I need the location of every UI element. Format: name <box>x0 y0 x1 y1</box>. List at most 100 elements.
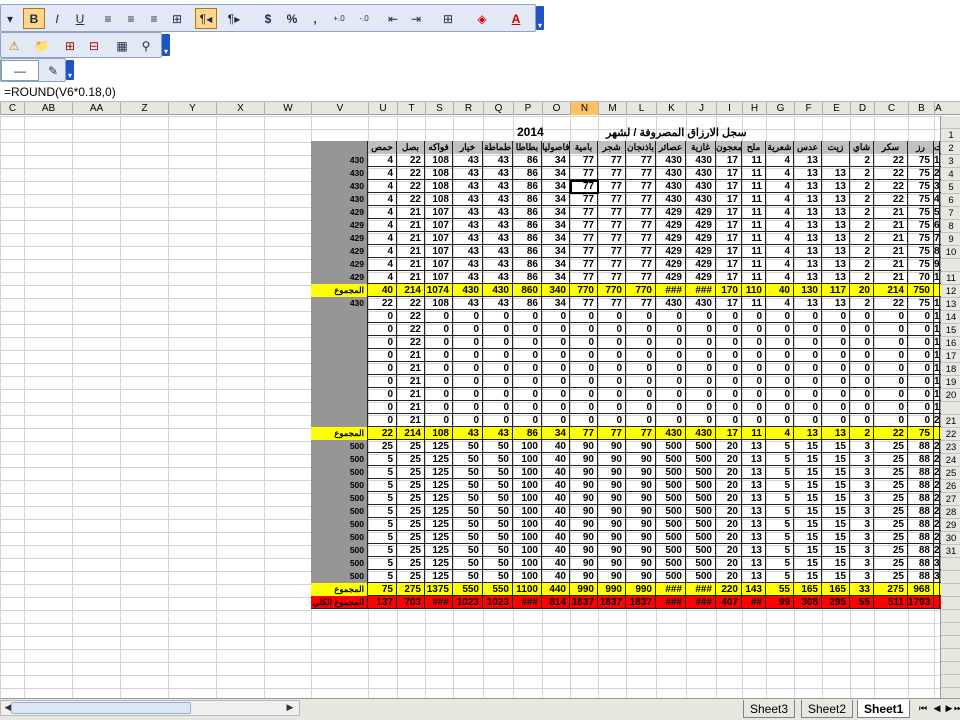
table-cell[interactable]: 21 <box>397 219 425 232</box>
table-cell[interactable]: 77 <box>626 232 656 245</box>
table-cell[interactable]: 214 <box>397 427 425 440</box>
table-cell[interactable]: 0 <box>766 362 794 375</box>
table-cell[interactable]: 430 <box>656 193 686 206</box>
column-title[interactable]: ت <box>934 141 940 154</box>
table-cell[interactable]: 11 <box>742 427 766 440</box>
table-cell[interactable]: 0 <box>656 310 686 323</box>
table-cell[interactable]: 13 <box>822 232 850 245</box>
table-cell[interactable]: 90 <box>626 531 656 544</box>
column-title[interactable]: خيار <box>453 141 483 154</box>
table-cell[interactable]: 21 <box>874 206 908 219</box>
table-cell[interactable]: 3 <box>850 466 874 479</box>
column-header-i[interactable]: I <box>716 102 742 115</box>
column-title[interactable]: فواكه <box>425 141 453 154</box>
table-cell[interactable]: 43 <box>453 180 483 193</box>
row-header[interactable]: 5 <box>941 181 960 194</box>
table-cell[interactable]: 0 <box>766 336 794 349</box>
table-cell[interactable]: 25 <box>874 518 908 531</box>
table-cell[interactable]: 90 <box>626 557 656 570</box>
table-cell[interactable]: 40 <box>542 453 570 466</box>
table-cell[interactable]: 500 <box>686 544 716 557</box>
table-cell[interactable]: 0 <box>822 362 850 375</box>
table-cell[interactable] <box>311 362 368 375</box>
table-cell[interactable]: 511 <box>874 596 908 609</box>
table-cell[interactable]: 50 <box>453 557 483 570</box>
align-center-button[interactable]: ≡ <box>120 8 142 29</box>
table-cell[interactable]: 0 <box>453 375 483 388</box>
column-title[interactable]: شعرية <box>766 141 794 154</box>
table-cell[interactable]: 25 <box>874 505 908 518</box>
align-right-button[interactable]: ≡ <box>143 8 165 29</box>
table-cell[interactable]: 90 <box>598 518 626 531</box>
table-cell[interactable]: 1100 <box>513 583 542 596</box>
table-cell[interactable]: 0 <box>626 414 656 427</box>
table-cell[interactable]: 0 <box>483 401 513 414</box>
table-cell[interactable]: 500 <box>686 440 716 453</box>
bold-button[interactable]: B <box>23 8 45 29</box>
table-cell[interactable]: 43 <box>483 297 513 310</box>
table-cell[interactable]: 275 <box>397 583 425 596</box>
table-cell[interactable]: 770 <box>598 284 626 297</box>
table-cell[interactable]: 77 <box>570 154 598 167</box>
table-cell[interactable]: 0 <box>716 362 742 375</box>
table-cell[interactable]: 430 <box>311 297 368 310</box>
sheet-tab-sheet2[interactable]: Sheet2 <box>801 700 854 718</box>
table-cell[interactable]: 500 <box>686 479 716 492</box>
table-cell[interactable]: 429 <box>311 232 368 245</box>
table-cell[interactable]: 0 <box>794 310 822 323</box>
table-cell[interactable]: 40 <box>542 492 570 505</box>
table-cell[interactable]: 15 <box>822 570 850 583</box>
table-cell[interactable]: 88 <box>908 570 934 583</box>
table-cell[interactable]: 500 <box>311 453 368 466</box>
table-cell[interactable]: 50 <box>483 453 513 466</box>
table-cell[interactable]: 90 <box>598 466 626 479</box>
decrease-indent-button[interactable]: ⇤ <box>382 8 404 29</box>
table-cell[interactable]: 88 <box>908 440 934 453</box>
table-cell[interactable]: 0 <box>822 336 850 349</box>
chart-icon[interactable]: ▦ <box>111 35 133 56</box>
table-cell[interactable]: 86 <box>513 232 542 245</box>
table-cell[interactable]: 22 <box>874 167 908 180</box>
table-cell[interactable]: 100 <box>513 505 542 518</box>
table-cell[interactable]: 50 <box>483 531 513 544</box>
column-header-g[interactable]: G <box>766 102 794 115</box>
table-cell[interactable]: 43 <box>453 297 483 310</box>
table-cell[interactable]: 5 <box>368 466 397 479</box>
table-cell[interactable]: 15 <box>794 492 822 505</box>
table-cell[interactable]: 40 <box>542 505 570 518</box>
table-cell[interactable]: 500 <box>311 466 368 479</box>
table-cell[interactable]: 88 <box>908 557 934 570</box>
table-cell[interactable]: 429 <box>656 258 686 271</box>
table-cell[interactable]: 77 <box>598 297 626 310</box>
table-cell[interactable]: 34 <box>542 427 570 440</box>
table-cell[interactable]: 0 <box>513 388 542 401</box>
column-header-u[interactable]: U <box>368 102 397 115</box>
table-cell[interactable]: ### <box>425 596 453 609</box>
table-cell[interactable]: المجموع <box>311 427 368 440</box>
table-cell[interactable]: 0 <box>874 362 908 375</box>
table-cell[interactable]: 2 <box>850 206 874 219</box>
table-cell[interactable]: 0 <box>874 336 908 349</box>
table-cell[interactable]: 4 <box>368 180 397 193</box>
table-cell[interactable]: 20 <box>716 570 742 583</box>
table-cell[interactable]: 0 <box>513 310 542 323</box>
table-cell[interactable]: 8 <box>934 245 940 258</box>
column-title[interactable]: معجون <box>716 141 742 154</box>
table-cell[interactable]: 40 <box>542 479 570 492</box>
table-cell[interactable]: 11 <box>742 258 766 271</box>
table-cell[interactable]: 0 <box>908 414 934 427</box>
table-cell[interactable]: 43 <box>453 271 483 284</box>
table-cell[interactable]: ### <box>513 596 542 609</box>
table-cell[interactable]: 107 <box>425 258 453 271</box>
sheet-tab-sheet3[interactable]: Sheet3 <box>743 700 796 718</box>
table-cell[interactable]: 5 <box>368 531 397 544</box>
table-cell[interactable]: 30 <box>934 557 940 570</box>
table-cell[interactable]: 0 <box>513 414 542 427</box>
table-cell[interactable]: 0 <box>742 349 766 362</box>
table-cell[interactable]: 90 <box>598 505 626 518</box>
table-cell[interactable]: 5 <box>766 453 794 466</box>
table-cell[interactable]: 90 <box>570 466 598 479</box>
table-cell[interactable]: 90 <box>626 453 656 466</box>
table-cell[interactable]: 25 <box>368 440 397 453</box>
table-cell[interactable]: 0 <box>874 349 908 362</box>
